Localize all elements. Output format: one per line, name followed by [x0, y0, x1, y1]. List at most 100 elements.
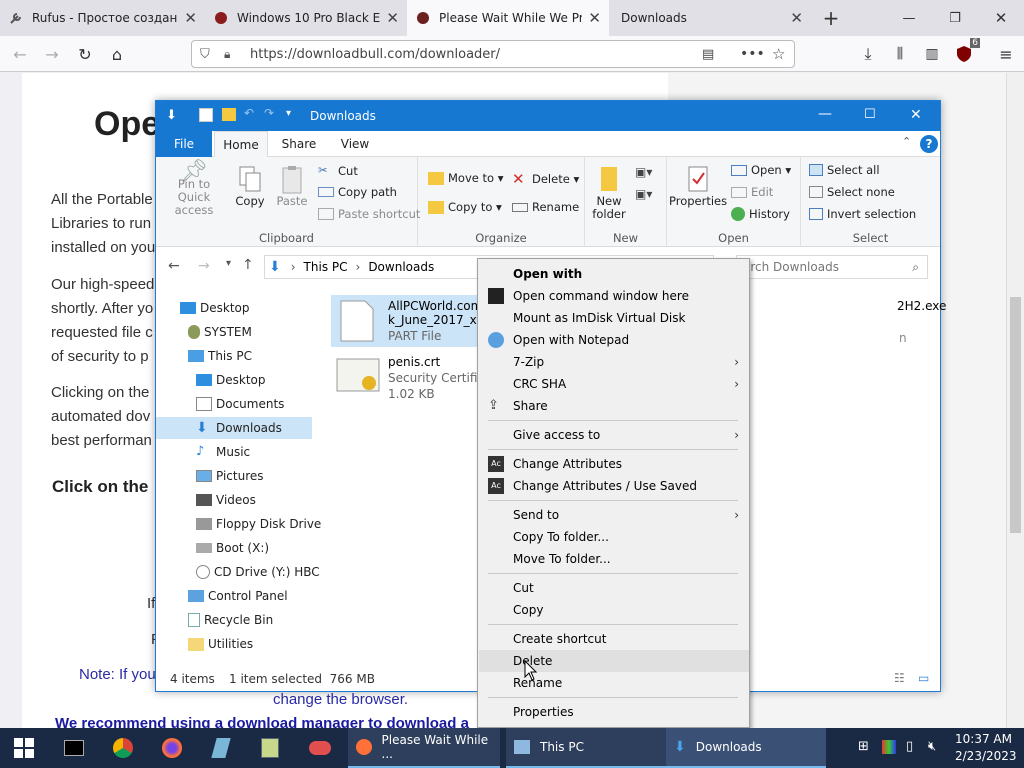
copy-to-button[interactable]: Copy to ▾ [428, 200, 502, 214]
undo-icon[interactable]: ↶ [244, 106, 254, 120]
page-scrollbar[interactable] [1006, 73, 1024, 728]
up-icon[interactable]: ↑ [242, 257, 254, 273]
menu-cut[interactable]: Cut [479, 577, 749, 599]
recent-locations-icon[interactable]: ▾ [226, 258, 231, 269]
maximize-button[interactable]: ☐ [864, 107, 876, 122]
nav-videos[interactable]: Videos [196, 489, 256, 511]
large-icons-view-icon[interactable]: ▭ [918, 671, 929, 685]
menu-open-with[interactable]: Open with [479, 263, 749, 285]
history-button[interactable]: History [731, 207, 790, 221]
nav-pictures[interactable]: Pictures [196, 465, 264, 487]
paste-shortcut-button[interactable]: Paste shortcut [318, 207, 420, 221]
menu-change-attributes-saved[interactable]: Ac Change Attributes / Use Saved [479, 475, 749, 497]
breadcrumb-downloads[interactable]: Downloads [368, 260, 434, 274]
invert-selection-button[interactable]: Invert selection [809, 207, 916, 221]
nav-boot-x[interactable]: Boot (X:) [196, 537, 269, 559]
sidebar-icon[interactable]: ▥ [920, 42, 944, 66]
new-item-icon[interactable]: ▣▾ [635, 165, 652, 179]
terminal-icon[interactable] [58, 732, 90, 764]
menu-mount-imdisk[interactable]: Mount as ImDisk Virtual Disk [479, 307, 749, 329]
nav-desktop-2[interactable]: Desktop [196, 369, 266, 391]
folder-icon[interactable] [222, 108, 236, 121]
copy-button[interactable]: Copy [232, 165, 268, 208]
app-icon[interactable] [205, 732, 237, 764]
more-icon[interactable]: ••• [740, 46, 765, 62]
url-text[interactable]: https://downloadbull.com/downloader/ [250, 47, 500, 62]
menu-copy-to-folder[interactable]: Copy To folder... [479, 526, 749, 548]
shield-icon[interactable]: ⛉ [200, 47, 210, 62]
properties-icon[interactable] [199, 108, 213, 122]
tab-downloads[interactable]: Downloads ✕ [609, 0, 811, 36]
close-icon[interactable]: ✕ [184, 9, 197, 27]
restore-button[interactable]: ❐ [932, 0, 978, 36]
reload-icon[interactable]: ↻ [73, 42, 97, 66]
delete-button[interactable]: ✕ Delete ▾ [512, 171, 579, 187]
back-icon[interactable]: ← [168, 258, 180, 274]
library-icon[interactable]: ⫼ [888, 42, 912, 66]
forward-icon[interactable]: → [40, 42, 64, 66]
select-none-button[interactable]: Select none [809, 185, 895, 199]
menu-send-to[interactable]: Send to › [479, 504, 749, 526]
edit-button[interactable]: Edit [731, 185, 773, 199]
details-view-icon[interactable]: ☷ [894, 671, 905, 685]
nav-documents[interactable]: Documents [196, 393, 284, 415]
ublock-icon[interactable]: 6 [952, 38, 980, 66]
rename-button[interactable]: Rename [512, 200, 579, 214]
menu-open-notepad[interactable]: Open with Notepad [479, 329, 749, 351]
collapse-ribbon-icon[interactable]: ⌃ [902, 135, 911, 148]
search-input[interactable]: arch Downloads ⌕ [736, 255, 928, 279]
close-window-button[interactable]: ✕ [978, 0, 1024, 36]
nav-floppy[interactable]: Floppy Disk Drive [196, 513, 321, 535]
minimize-button[interactable]: — [818, 106, 832, 122]
scrollbar-thumb[interactable] [1010, 297, 1021, 533]
new-tab-button[interactable]: + [808, 0, 854, 36]
nav-this-pc[interactable]: This PC [188, 345, 252, 367]
quick-access-toolbar-icon[interactable]: ⬇ [166, 108, 177, 123]
file-item-selected[interactable]: AllPCWorld.com k_June_2017_x64. PART Fil… [331, 295, 496, 347]
redo-icon[interactable]: ↷ [264, 106, 274, 120]
menu-delete[interactable]: Delete [479, 650, 749, 672]
paint-icon[interactable] [304, 732, 336, 764]
nav-cd-drive[interactable]: CD Drive (Y:) HBC [196, 561, 320, 583]
nav-recycle-bin[interactable]: Recycle Bin [188, 609, 273, 631]
open-button[interactable]: Open ▾ [731, 163, 791, 177]
clock-date[interactable]: 2/23/2023 [955, 749, 1017, 763]
notepad-icon[interactable] [254, 732, 286, 764]
nav-music[interactable]: ♪ Music [196, 441, 250, 463]
bookmark-star-icon[interactable]: ☆ [772, 45, 785, 63]
url-bar[interactable]: ⛉ 🔒︎ https://downloadbull.com/downloader… [191, 40, 795, 68]
tab-view[interactable]: View [328, 131, 382, 157]
nav-downloads[interactable]: ⬇ Downloads [156, 417, 312, 439]
nav-system[interactable]: SYSTEM [188, 321, 252, 343]
back-icon[interactable]: ← [8, 42, 32, 66]
menu-open-command-window[interactable]: Open command window here [479, 285, 749, 307]
file-name[interactable]: 2H2.exe [897, 299, 946, 313]
tab-share[interactable]: Share [272, 131, 326, 157]
taskbar-this-pc[interactable]: This PC [506, 728, 666, 768]
properties-button[interactable]: Properties [669, 165, 727, 208]
menu-crc-sha[interactable]: CRC SHA › [479, 373, 749, 395]
start-button[interactable] [8, 732, 40, 764]
firefox-icon[interactable] [156, 732, 188, 764]
taskbar-please-wait[interactable]: Please Wait While ... [348, 728, 500, 768]
new-folder-button[interactable]: New folder [589, 165, 629, 221]
close-icon[interactable]: ✕ [790, 9, 803, 27]
clock-time[interactable]: 10:37 AM [955, 732, 1012, 746]
lock-icon[interactable]: 🔒︎ [224, 47, 230, 62]
tab-please-wait[interactable]: Please Wait While We Prep ✕ [407, 0, 609, 36]
cut-button[interactable]: ✂ Cut [318, 163, 358, 179]
close-icon[interactable]: ✕ [386, 9, 399, 27]
close-button[interactable]: ✕ [910, 107, 922, 123]
color-tray-icon[interactable] [882, 740, 896, 754]
move-to-button[interactable]: Move to ▾ [428, 171, 503, 185]
home-icon[interactable]: ⌂ [105, 42, 129, 66]
paste-button[interactable]: Paste [274, 165, 310, 208]
file-item[interactable]: penis.crt Security Certificat 1.02 KB [331, 351, 496, 403]
download-icon[interactable]: ⤓ [856, 42, 880, 66]
nav-control-panel[interactable]: Control Panel [188, 585, 288, 607]
menu-properties[interactable]: Properties [479, 701, 749, 723]
menu-move-to-folder[interactable]: Move To folder... [479, 548, 749, 570]
tab-home[interactable]: Home [214, 131, 268, 157]
volume-muted-icon[interactable]: 🔇︎ [928, 739, 936, 754]
network-icon[interactable]: ⊞ [858, 739, 869, 754]
